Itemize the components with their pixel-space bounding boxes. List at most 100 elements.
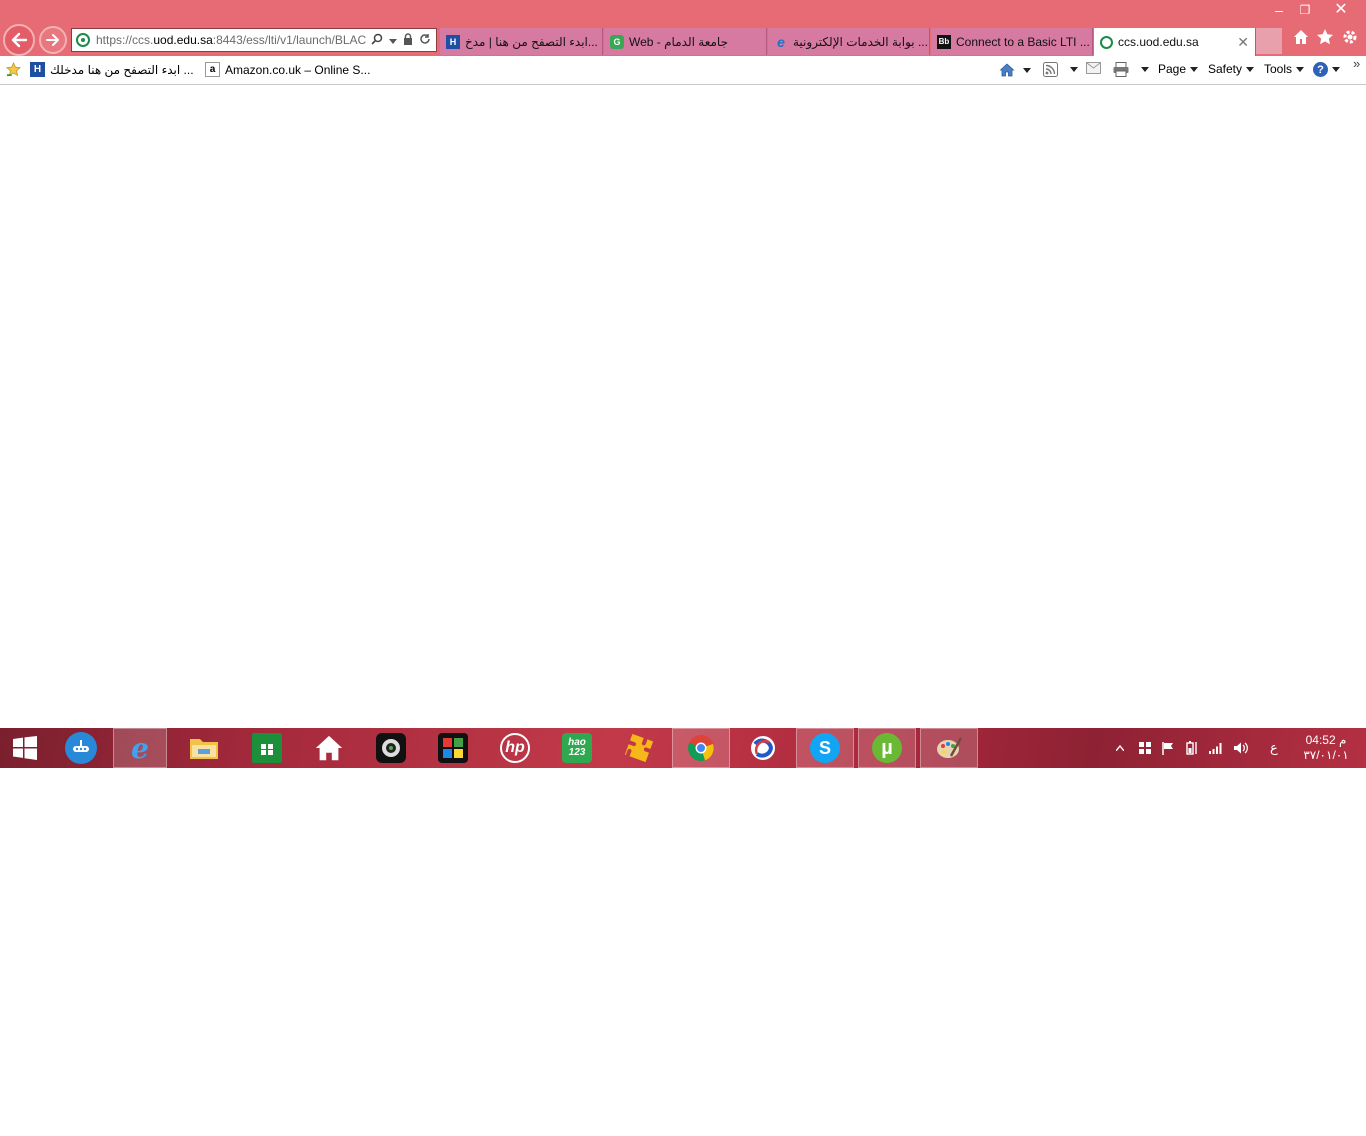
home-cmd-button[interactable] xyxy=(999,62,1031,78)
taskbar-utorrent[interactable]: µ xyxy=(858,728,916,768)
back-arrow-icon xyxy=(11,32,28,48)
start-button[interactable] xyxy=(0,728,50,768)
new-tab-button[interactable] xyxy=(1256,28,1282,54)
search-icon[interactable] xyxy=(371,33,383,48)
clock-time: 04:52 م xyxy=(1305,733,1347,747)
taskbar-hao123[interactable]: hao 123 xyxy=(548,728,606,768)
address-url[interactable]: https://ccs.uod.edu.sa:8443/ess/lti/v1/l… xyxy=(96,33,366,47)
ie-page-icon: e xyxy=(777,33,785,50)
favorites-star-icon[interactable] xyxy=(1313,28,1337,52)
dropdown-arrow-icon[interactable] xyxy=(1070,67,1078,72)
print-button[interactable] xyxy=(1113,62,1149,77)
favorite-link-1[interactable]: H ابدء التصفح من هنا مدخلك ... xyxy=(30,62,194,77)
paint-palette-icon xyxy=(934,733,964,763)
utorrent-logo-icon: µ xyxy=(872,733,902,763)
chevron-down-icon xyxy=(1246,66,1255,72)
taskbar-orb-app[interactable] xyxy=(734,728,792,768)
clock-date: ٣٧/٠١/٠١ xyxy=(1303,748,1349,762)
favorite-label: ابدء التصفح من هنا مدخلك ... xyxy=(50,62,194,77)
feeds-button[interactable] xyxy=(1043,62,1078,77)
tab-label: Web - جامعة الدمام xyxy=(629,34,728,49)
tools-menu-label: Tools xyxy=(1264,62,1293,76)
network-app-icon xyxy=(65,732,97,764)
show-hidden-icons[interactable] xyxy=(1116,728,1124,768)
hao123-logo-icon: hao 123 xyxy=(562,733,592,763)
home-icon[interactable] xyxy=(1289,28,1313,52)
power-battery-icon[interactable] xyxy=(1185,728,1201,768)
page-menu[interactable]: Page xyxy=(1158,62,1199,76)
home-icon xyxy=(999,63,1015,77)
taskbar-file-explorer[interactable] xyxy=(175,728,233,768)
help-icon: ? xyxy=(1313,62,1328,77)
tab-1[interactable]: H ابدء التصفح من هنا | مدخ... xyxy=(440,28,603,55)
taskbar-paint[interactable] xyxy=(920,728,978,768)
add-to-favorites-bar[interactable] xyxy=(6,62,26,77)
tray-windows-icon[interactable] xyxy=(1138,728,1152,768)
safety-menu-label: Safety xyxy=(1208,62,1243,76)
tab-4[interactable]: Bb Connect to a Basic LTI ... xyxy=(931,28,1093,55)
house-icon xyxy=(314,733,344,763)
volume-icon[interactable] xyxy=(1233,728,1249,768)
taskbar-webcam-app[interactable] xyxy=(362,728,420,768)
back-button[interactable] xyxy=(3,24,35,56)
orb-app-icon xyxy=(748,733,778,763)
hp-logo-icon: hp xyxy=(500,733,530,763)
folder-icon xyxy=(189,733,219,763)
network-signal-icon[interactable] xyxy=(1208,728,1224,768)
favorites-add-icon xyxy=(6,62,21,77)
taskbar-chrome[interactable] xyxy=(672,728,730,768)
input-language-indicator[interactable]: ع xyxy=(1270,728,1278,768)
help-menu[interactable]: ? xyxy=(1313,62,1340,77)
tab-3[interactable]: e بوابة الخدمات الإلكترونية ... xyxy=(768,28,930,55)
taskbar-internet-explorer[interactable]: e xyxy=(113,728,167,768)
taskbar-store[interactable] xyxy=(238,728,296,768)
tab-label: بوابة الخدمات الإلكترونية ... xyxy=(793,34,928,49)
webcam-icon xyxy=(376,733,406,763)
puzzle-icon xyxy=(438,733,468,763)
dropdown-arrow-icon[interactable] xyxy=(1141,67,1149,72)
printer-icon xyxy=(1113,62,1129,77)
dropdown-arrow-icon[interactable] xyxy=(389,33,397,48)
taskbar-skype[interactable]: S xyxy=(796,728,854,768)
taskbar-app-network[interactable] xyxy=(52,728,110,768)
action-center-flag-icon[interactable] xyxy=(1161,728,1175,768)
taskbar-hp-app[interactable]: hp xyxy=(486,728,544,768)
refresh-icon[interactable] xyxy=(419,33,431,48)
taskbar-key-app[interactable] xyxy=(610,728,668,768)
chrome-logo-icon xyxy=(686,733,716,763)
address-bar[interactable]: https://ccs.uod.edu.sa:8443/ess/lti/v1/l… xyxy=(71,28,437,52)
more-commands-chevron-icon[interactable]: » xyxy=(1353,56,1360,71)
url-domain: uod.edu.sa xyxy=(153,33,213,47)
close-window-button[interactable]: ✕ xyxy=(1318,0,1364,20)
mail-icon xyxy=(1086,62,1101,74)
browser-titlebar: – ❐ ✕ https://ccs.uod.edu.sa:8443/ess/lt… xyxy=(0,0,1366,56)
taskbar-home-app[interactable] xyxy=(300,728,358,768)
yellow-puzzle-icon xyxy=(624,733,654,763)
rss-feed-icon xyxy=(1043,62,1058,77)
tab-5-active[interactable]: ccs.uod.edu.sa ✕ xyxy=(1094,28,1256,56)
tab-label: ابدء التصفح من هنا | مدخ... xyxy=(465,34,598,49)
system-clock[interactable]: 04:52 م ٣٧/٠١/٠١ xyxy=(1296,733,1356,763)
forward-button[interactable] xyxy=(39,26,67,54)
close-tab-icon[interactable]: ✕ xyxy=(1237,34,1249,51)
read-mail-button[interactable] xyxy=(1086,62,1101,74)
tab-2[interactable]: G Web - جامعة الدمام xyxy=(604,28,767,55)
chevron-down-icon xyxy=(1190,66,1199,72)
safety-menu[interactable]: Safety xyxy=(1208,62,1255,76)
page-menu-label: Page xyxy=(1158,62,1187,76)
gear-icon[interactable] xyxy=(1338,28,1362,52)
url-suffix: :8443/ess/lti/v1/launch/BLAC xyxy=(212,33,366,47)
favorite-label: Amazon.co.uk – Online S... xyxy=(225,62,371,77)
tools-menu[interactable]: Tools xyxy=(1264,62,1305,76)
favorite-link-2[interactable]: a Amazon.co.uk – Online S... xyxy=(205,62,370,77)
blackboard-icon: Bb xyxy=(937,34,951,49)
minimize-button[interactable]: – xyxy=(1266,0,1292,20)
tab-label: ccs.uod.edu.sa xyxy=(1118,35,1199,49)
restore-button[interactable]: ❐ xyxy=(1292,0,1318,20)
taskbar-puzzle-app[interactable] xyxy=(424,728,482,768)
dropdown-arrow-icon[interactable] xyxy=(1023,67,1031,73)
amazon-icon: a xyxy=(205,62,220,77)
lock-icon[interactable] xyxy=(403,32,413,48)
url-prefix: https://ccs. xyxy=(96,33,154,47)
forward-arrow-icon xyxy=(46,34,59,46)
